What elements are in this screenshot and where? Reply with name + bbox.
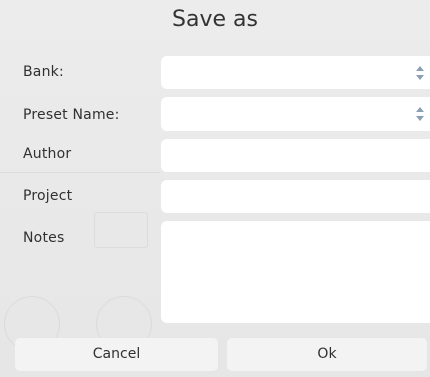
cancel-button[interactable]: Cancel — [15, 338, 218, 371]
background-divider — [0, 172, 160, 173]
project-field[interactable] — [161, 180, 430, 213]
author-field[interactable] — [161, 139, 430, 172]
notes-textarea[interactable] — [161, 221, 430, 323]
dialog-title: Save as — [172, 7, 258, 32]
bank-select[interactable] — [161, 56, 430, 89]
notes-label: Notes — [23, 230, 65, 246]
bank-label: Bank: — [23, 64, 64, 80]
author-label: Author — [23, 146, 72, 162]
project-label: Project — [23, 188, 73, 204]
spinner-arrows-icon[interactable] — [416, 107, 424, 121]
ok-button[interactable]: Ok — [227, 338, 427, 371]
preset-name-label: Preset Name: — [23, 107, 120, 123]
preset-name-select[interactable] — [161, 97, 430, 131]
spinner-arrows-icon[interactable] — [416, 65, 424, 80]
background-panel-shape — [94, 212, 148, 248]
save-as-dialog: Save as Bank: Preset Name: Author Projec… — [0, 0, 430, 377]
